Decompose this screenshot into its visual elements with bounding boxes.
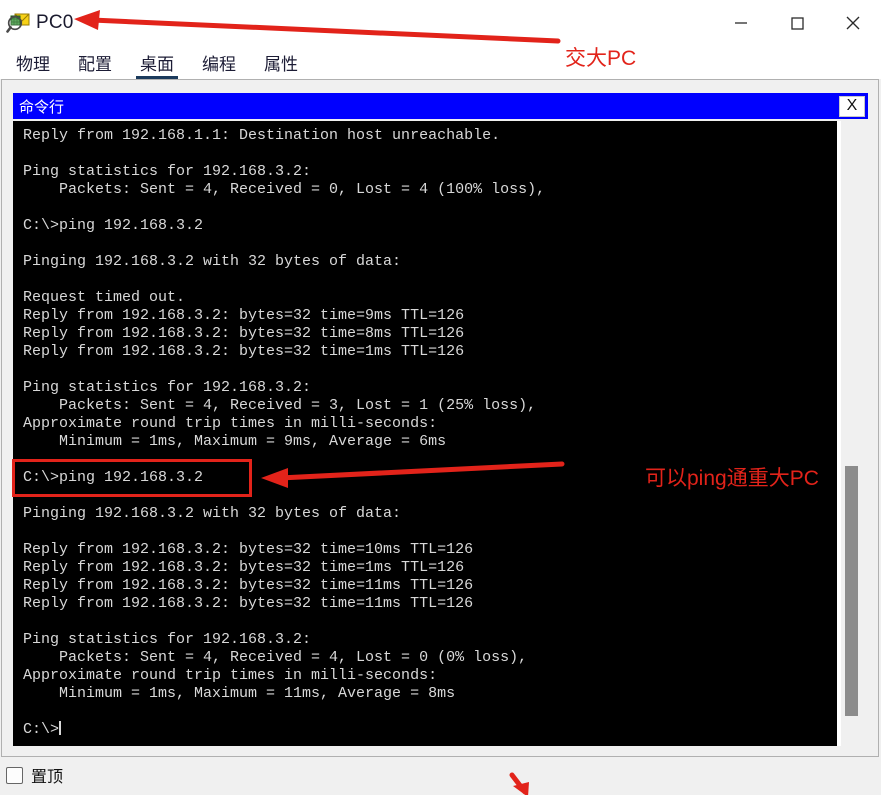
topmost-checkbox-row[interactable]: 置顶	[6, 763, 63, 787]
terminal-line: Approximate round trip times in milli-se…	[23, 415, 438, 432]
terminal-line: Reply from 192.168.3.2: bytes=32 time=1m…	[23, 343, 465, 360]
tab-physical[interactable]: 物理	[16, 56, 50, 79]
terminal-line: Minimum = 1ms, Maximum = 11ms, Average =…	[23, 685, 456, 702]
window-controls	[713, 0, 881, 45]
terminal-line: Ping statistics for 192.168.3.2:	[23, 631, 312, 648]
tab-attributes[interactable]: 属性	[264, 56, 298, 79]
terminal-scrollbar-thumb[interactable]	[845, 466, 858, 716]
terminal-lines: Reply from 192.168.1.1: Destination host…	[23, 127, 837, 739]
terminal-line: Reply from 192.168.3.2: bytes=32 time=8m…	[23, 325, 465, 342]
terminal-line: Reply from 192.168.3.2: bytes=32 time=11…	[23, 577, 474, 594]
terminal-line: Ping statistics for 192.168.3.2:	[23, 163, 312, 180]
terminal-line: Packets: Sent = 4, Received = 3, Lost = …	[23, 397, 537, 414]
terminal-line: Reply from 192.168.3.2: bytes=32 time=1m…	[23, 559, 465, 576]
terminal-line: Pinging 192.168.3.2 with 32 bytes of dat…	[23, 505, 402, 522]
tab-desktop[interactable]: 桌面	[136, 55, 178, 79]
command-prompt-body: Reply from 192.168.1.1: Destination host…	[13, 121, 868, 746]
command-prompt-close-button[interactable]: X	[839, 95, 865, 117]
tab-label: 配置	[78, 55, 112, 74]
terminal-line: Reply from 192.168.3.2: bytes=32 time=11…	[23, 595, 474, 612]
terminal-line: C:\>	[23, 721, 62, 738]
tab-label: 物理	[16, 55, 50, 74]
terminal-line: Minimum = 1ms, Maximum = 9ms, Average = …	[23, 433, 447, 450]
maximize-button[interactable]	[769, 0, 825, 45]
tab-config[interactable]: 配置	[78, 56, 112, 79]
tab-label: 桌面	[140, 55, 174, 74]
terminal-line: Packets: Sent = 4, Received = 4, Lost = …	[23, 649, 528, 666]
terminal-output[interactable]: Reply from 192.168.1.1: Destination host…	[13, 121, 837, 746]
terminal-line: Reply from 192.168.3.2: bytes=32 time=10…	[23, 541, 474, 558]
close-button[interactable]	[825, 0, 881, 45]
terminal-line: Pinging 192.168.3.2 with 32 bytes of dat…	[23, 253, 402, 270]
terminal-line: Reply from 192.168.3.2: bytes=32 time=9m…	[23, 307, 465, 324]
tab-programming[interactable]: 编程	[202, 56, 236, 79]
minimize-icon	[735, 21, 747, 24]
tab-label: 属性	[264, 55, 298, 74]
terminal-line: Packets: Sent = 4, Received = 0, Lost = …	[23, 181, 546, 198]
terminal-line: Reply from 192.168.1.1: Destination host…	[23, 127, 501, 144]
terminal-line: C:\>ping 192.168.3.2	[23, 469, 204, 486]
terminal-line: Request timed out.	[23, 289, 186, 306]
topmost-label: 置顶	[31, 769, 64, 786]
tab-label: 编程	[202, 55, 236, 74]
inspect-device-icon	[6, 10, 32, 36]
command-prompt-window: 命令行 X Reply from 192.168.1.1: Destinatio…	[13, 93, 868, 746]
command-prompt-title: 命令行	[19, 98, 65, 116]
minimize-button[interactable]	[713, 0, 769, 45]
terminal-line: C:\>ping 192.168.3.2	[23, 217, 204, 234]
terminal-scrollbar[interactable]	[837, 121, 868, 746]
terminal-line: Approximate round trip times in milli-se…	[23, 667, 438, 684]
bottom-bar: 置顶	[0, 758, 881, 795]
terminal-cursor	[59, 721, 62, 735]
topmost-checkbox[interactable]	[6, 766, 23, 784]
window-titlebar: PC0	[0, 0, 881, 45]
page-title: PC0	[36, 11, 74, 33]
maximize-icon	[791, 16, 804, 30]
tab-strip: 物理 配置 桌面 编程 属性	[0, 45, 881, 79]
terminal-line: Ping statistics for 192.168.3.2:	[23, 379, 312, 396]
command-prompt-titlebar: 命令行 X	[13, 93, 868, 119]
close-icon	[846, 16, 860, 29]
